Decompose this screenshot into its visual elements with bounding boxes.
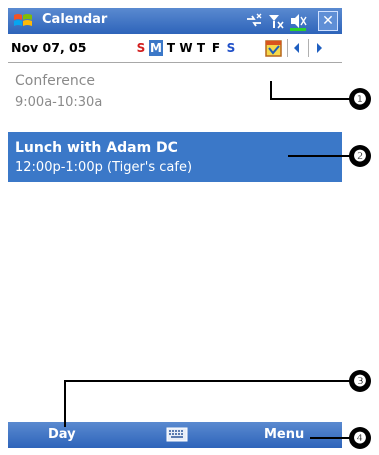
day-sun[interactable]: S: [134, 40, 148, 56]
next-week-icon[interactable]: [312, 40, 326, 56]
pocketpc-screen: Calendar ✕ Nov 07, 05 S M T W T F S Conf…: [8, 8, 342, 448]
callout-4: ❹: [349, 427, 371, 449]
divider: [287, 39, 288, 57]
appointment-title: Conference: [15, 73, 96, 89]
appointment-time: 9:00a-10:30a: [15, 95, 103, 110]
go-to-today-icon[interactable]: [264, 38, 284, 58]
day-fri[interactable]: F: [209, 40, 223, 56]
day-tue[interactable]: T: [164, 40, 178, 56]
week-day-strip: S M T W T F S: [134, 40, 238, 56]
command-bar: Day Menu: [8, 422, 342, 448]
day-sat[interactable]: S: [224, 40, 238, 56]
previous-week-icon[interactable]: [290, 40, 304, 56]
divider: [308, 39, 309, 57]
current-date[interactable]: Nov 07, 05: [11, 40, 86, 55]
day-thu[interactable]: T: [194, 40, 208, 56]
title-bar: Calendar ✕: [8, 8, 342, 34]
callout-leader: [310, 437, 352, 439]
connectivity-icon[interactable]: [244, 11, 264, 31]
callout-3: ❸: [349, 370, 371, 392]
close-button[interactable]: ✕: [318, 11, 338, 31]
callout-leader: [64, 380, 352, 382]
appointment-item-selected[interactable]: Lunch with Adam DC 12:00p-1:00p (Tiger's…: [8, 132, 342, 182]
day-view-button[interactable]: Day: [48, 427, 76, 442]
week-navigation-bar: Nov 07, 05 S M T W T F S: [8, 34, 342, 63]
appointment-title: Lunch with Adam DC: [15, 140, 178, 156]
callout-leader: [64, 381, 66, 427]
menu-button[interactable]: Menu: [264, 427, 304, 442]
callout-leader: [270, 81, 272, 99]
callout-1: ❶: [349, 88, 371, 110]
speaker-mute-icon[interactable]: [288, 11, 308, 31]
appointment-item[interactable]: Conference 9:00a-10:30a: [8, 63, 342, 121]
callout-2: ❷: [349, 145, 371, 167]
callout-leader: [288, 155, 352, 157]
signal-icon[interactable]: [266, 11, 286, 31]
callout-leader: [270, 98, 352, 100]
day-mon[interactable]: M: [149, 40, 163, 56]
keyboard-icon[interactable]: [166, 426, 188, 443]
windows-start-icon[interactable]: [12, 11, 34, 31]
appointment-time: 12:00p-1:00p (Tiger's cafe): [15, 160, 193, 175]
day-wed[interactable]: W: [179, 40, 193, 56]
app-title: Calendar: [42, 12, 108, 27]
